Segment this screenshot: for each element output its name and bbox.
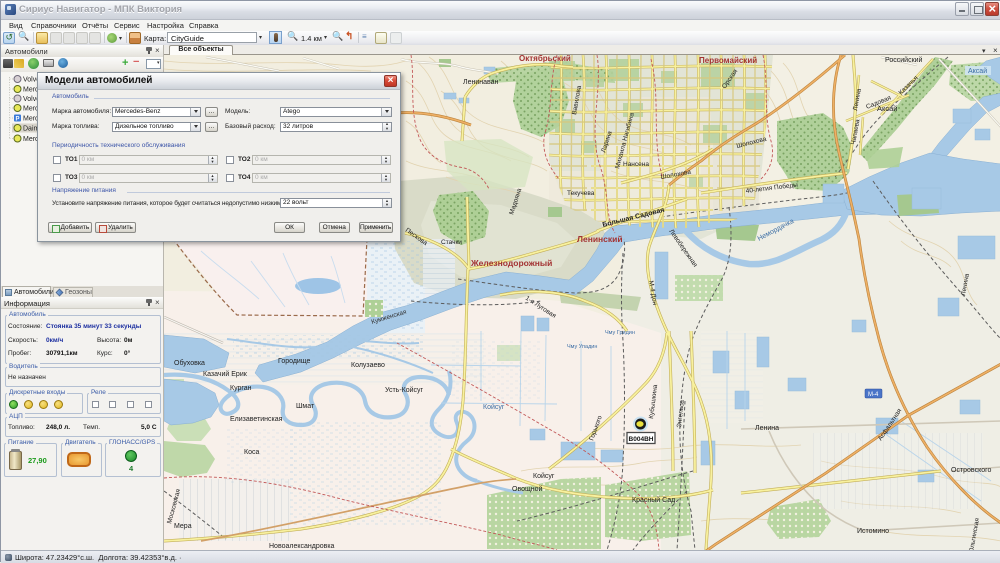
svg-text:Казачий Ерик: Казачий Ерик <box>203 370 248 378</box>
svg-text:Истомино: Истомино <box>857 528 889 535</box>
svg-text:Колузаево: Колузаево <box>351 362 385 369</box>
svg-text:Овощной: Овощной <box>512 485 542 493</box>
svg-text:В004ВН: В004ВН <box>629 436 654 443</box>
svg-text:Елизаветинская: Елизаветинская <box>230 416 283 423</box>
svg-text:Текучева: Текучева <box>567 190 595 197</box>
svg-text:Обуховка: Обуховка <box>174 359 205 367</box>
svg-text:Островского: Островского <box>951 467 992 474</box>
svg-text:Коса: Коса <box>244 449 259 456</box>
svg-text:Российский: Российский <box>885 56 923 64</box>
svg-text:Городище: Городище <box>278 358 311 365</box>
svg-text:Ленинаван: Ленинаван <box>463 79 499 86</box>
svg-text:Койсуг: Койсуг <box>533 472 555 480</box>
svg-text:Аксай: Аксай <box>968 67 987 75</box>
svg-text:Шмат: Шмат <box>296 403 315 410</box>
svg-text:М-4: М-4 <box>868 392 879 398</box>
svg-text:Нансена: Нансена <box>623 161 649 168</box>
svg-text:Чму Гридин: Чму Гридин <box>605 330 635 336</box>
svg-text:Октябрьский: Октябрьский <box>519 55 571 63</box>
svg-text:Первомайский: Первомайский <box>699 56 757 65</box>
svg-text:Мера: Мера <box>174 523 192 530</box>
svg-text:Новоалександровка: Новоалександровка <box>269 543 335 550</box>
svg-text:Койсуг: Койсуг <box>483 403 505 411</box>
svg-text:Стачки: Стачки <box>441 239 462 246</box>
svg-text:Усть-Койсуг: Усть-Койсуг <box>385 386 424 394</box>
svg-text:Железнодорожный: Железнодорожный <box>470 258 552 268</box>
svg-text:Красный Сад: Красный Сад <box>632 496 675 504</box>
svg-text:Чму Упадин: Чму Упадин <box>567 344 597 350</box>
svg-text:Ленинский: Ленинский <box>577 234 623 244</box>
svg-text:Курган: Курган <box>230 385 252 392</box>
svg-text:Ленина: Ленина <box>755 425 779 432</box>
svg-text:P: P <box>16 117 20 123</box>
